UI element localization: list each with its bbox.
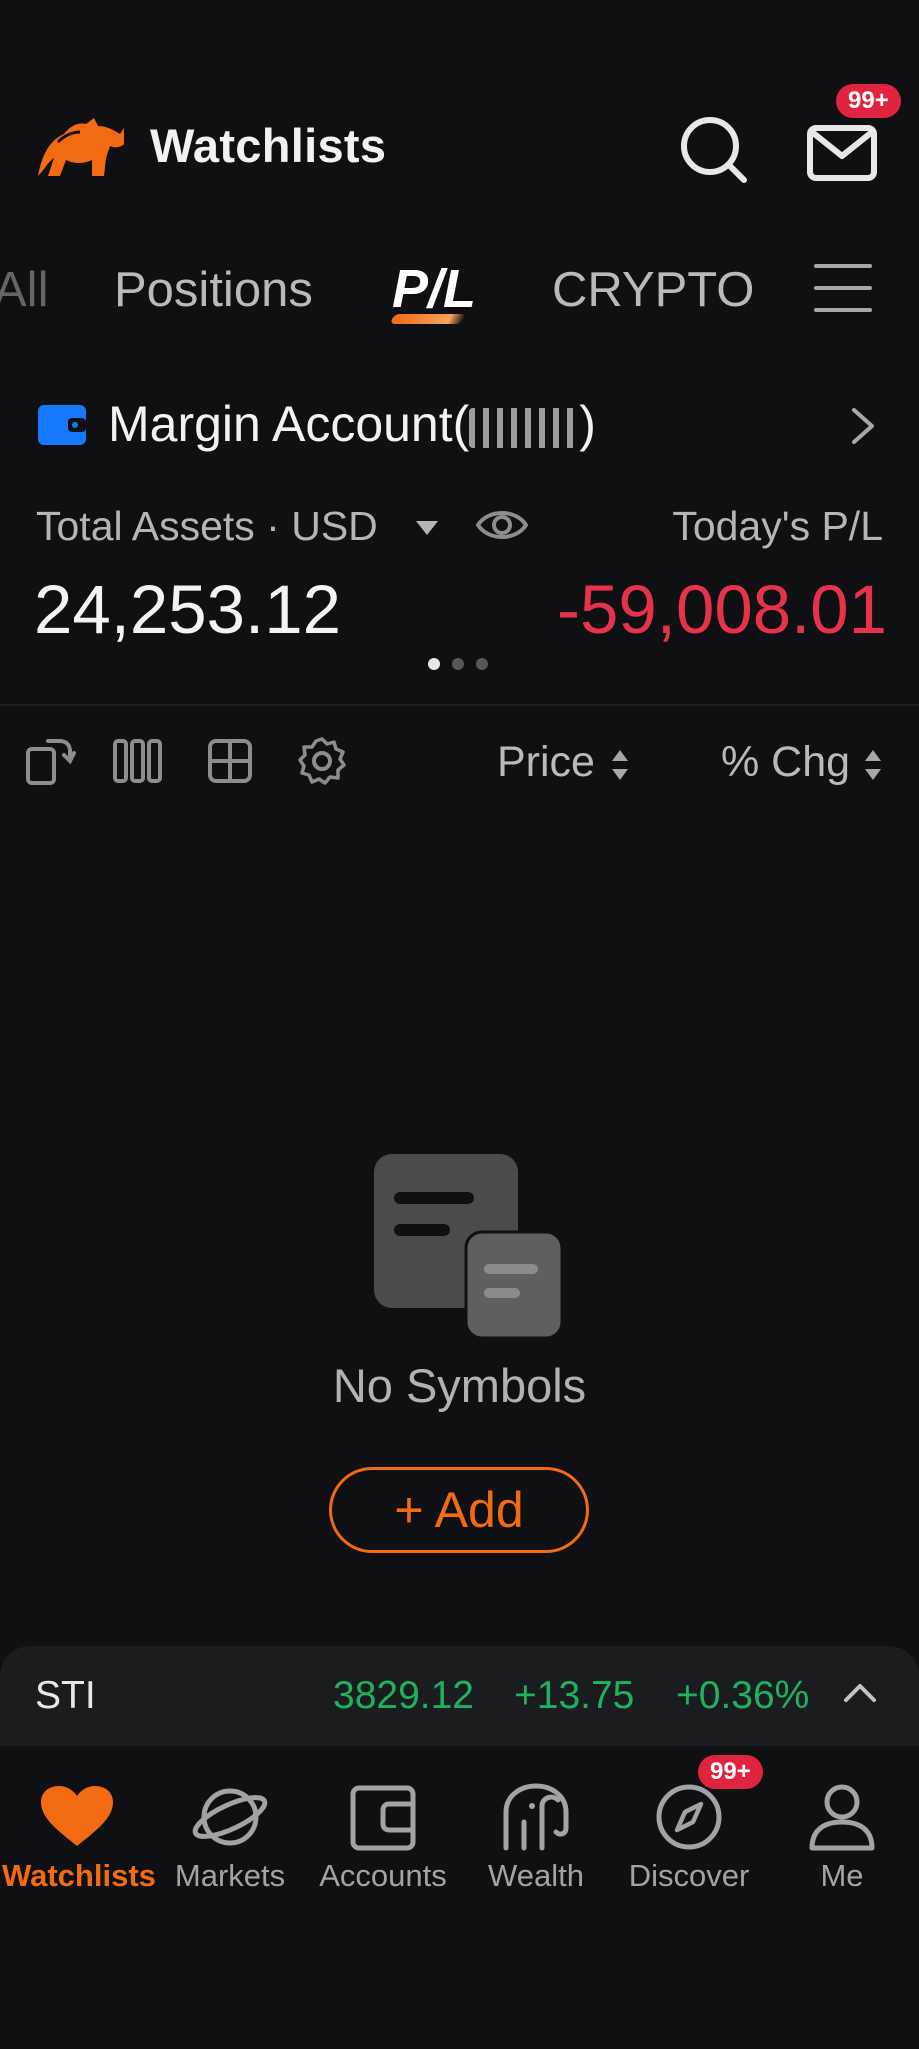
bull-logo-icon (38, 118, 124, 176)
nav-label: Wealth (488, 1858, 584, 1893)
totals-labels: Total Assets · USD Today's P/L (0, 497, 919, 557)
pager-dot[interactable] (476, 658, 488, 670)
tabs-menu-button[interactable] (814, 264, 872, 314)
chevron-up-icon[interactable] (840, 1678, 880, 1708)
compass-icon (656, 1784, 722, 1850)
eye-icon[interactable] (474, 503, 530, 547)
nav-discover[interactable]: Discover (614, 1782, 764, 1902)
account-name-suffix: ) (579, 396, 596, 452)
todays-pl-value: -59,008.01 (557, 571, 887, 648)
account-selector[interactable]: Margin Account() (0, 390, 919, 460)
price-sort-label[interactable]: Price (497, 738, 595, 787)
person-icon (809, 1784, 875, 1851)
notification-badge: 99+ (836, 84, 901, 118)
pager-dot[interactable] (428, 658, 440, 670)
search-button[interactable] (674, 110, 754, 190)
ticker-name: STI (35, 1674, 96, 1717)
pct-change-sort-label[interactable]: % Chg (721, 738, 850, 787)
nav-label: Watchlists (2, 1858, 156, 1893)
sort-arrows-icon[interactable] (863, 748, 883, 782)
add-symbol-button[interactable]: + Add (329, 1467, 589, 1553)
total-assets-value: 24,253.12 (34, 571, 341, 648)
wallet-icon (350, 1785, 416, 1851)
grid-view-icon[interactable] (204, 735, 256, 787)
tab-pl[interactable]: P/L (392, 258, 476, 320)
nav-label: Markets (174, 1858, 286, 1893)
ticker-change: +13.75 (514, 1674, 635, 1717)
empty-list-icon (374, 1154, 564, 1340)
search-icon (681, 117, 747, 183)
divider (0, 704, 919, 706)
planet-icon (192, 1788, 268, 1846)
page-title: Watchlists (150, 119, 387, 172)
chevron-right-icon (852, 408, 874, 444)
account-name-prefix: Margin Account( (108, 396, 470, 452)
total-assets-label: Total Assets · USD (36, 503, 378, 549)
nav-label: Me (820, 1858, 864, 1893)
ticker-percent: +0.36% (676, 1674, 810, 1717)
rotate-view-icon[interactable] (24, 735, 76, 787)
nav-accounts[interactable]: Accounts (308, 1782, 458, 1902)
nav-label: Accounts (319, 1858, 447, 1893)
todays-pl-label: Today's P/L (672, 503, 883, 549)
pager-dot[interactable] (452, 658, 464, 670)
account-name: Margin Account() (108, 395, 596, 453)
nav-me[interactable]: Me (767, 1782, 917, 1902)
watchlist-tabs: All Positions P/L CRYPTO (0, 250, 919, 330)
mail-icon (807, 125, 877, 181)
notification-badge: 99+ (698, 1755, 763, 1789)
settings-gear-icon[interactable] (296, 735, 348, 787)
pager-dots (428, 658, 492, 672)
nav-markets[interactable]: Markets (155, 1782, 305, 1902)
index-ticker[interactable]: STI 3829.12 +13.75 +0.36% (0, 1646, 919, 1746)
currency-dropdown-icon[interactable] (414, 519, 440, 537)
masked-account-number (469, 407, 580, 448)
columns-view-icon[interactable] (112, 735, 164, 787)
bottom-nav: Watchlists Markets Accounts Wealth Disco… (0, 1746, 919, 1906)
totals-values: 24,253.12 -59,008.01 (0, 570, 919, 650)
sort-arrows-icon[interactable] (610, 748, 630, 782)
active-tab-indicator (389, 314, 467, 324)
tab-all[interactable]: All (0, 262, 48, 318)
elephant-icon (503, 1783, 569, 1851)
nav-watchlists[interactable]: Watchlists (2, 1782, 156, 1902)
ticker-price: 3829.12 (333, 1674, 474, 1717)
heart-icon (41, 1786, 113, 1846)
tab-positions[interactable]: Positions (114, 262, 313, 318)
nav-label: Discover (628, 1858, 750, 1893)
messages-button[interactable] (802, 110, 892, 190)
menu-icon (814, 264, 872, 268)
list-toolbar: Price % Chg (0, 730, 919, 800)
nav-wealth[interactable]: Wealth (461, 1782, 611, 1902)
app-header: Watchlists (0, 100, 919, 195)
tab-crypto[interactable]: CRYPTO (552, 262, 754, 318)
empty-state-text: No Symbols (332, 1359, 587, 1412)
wallet-account-icon (38, 405, 86, 445)
